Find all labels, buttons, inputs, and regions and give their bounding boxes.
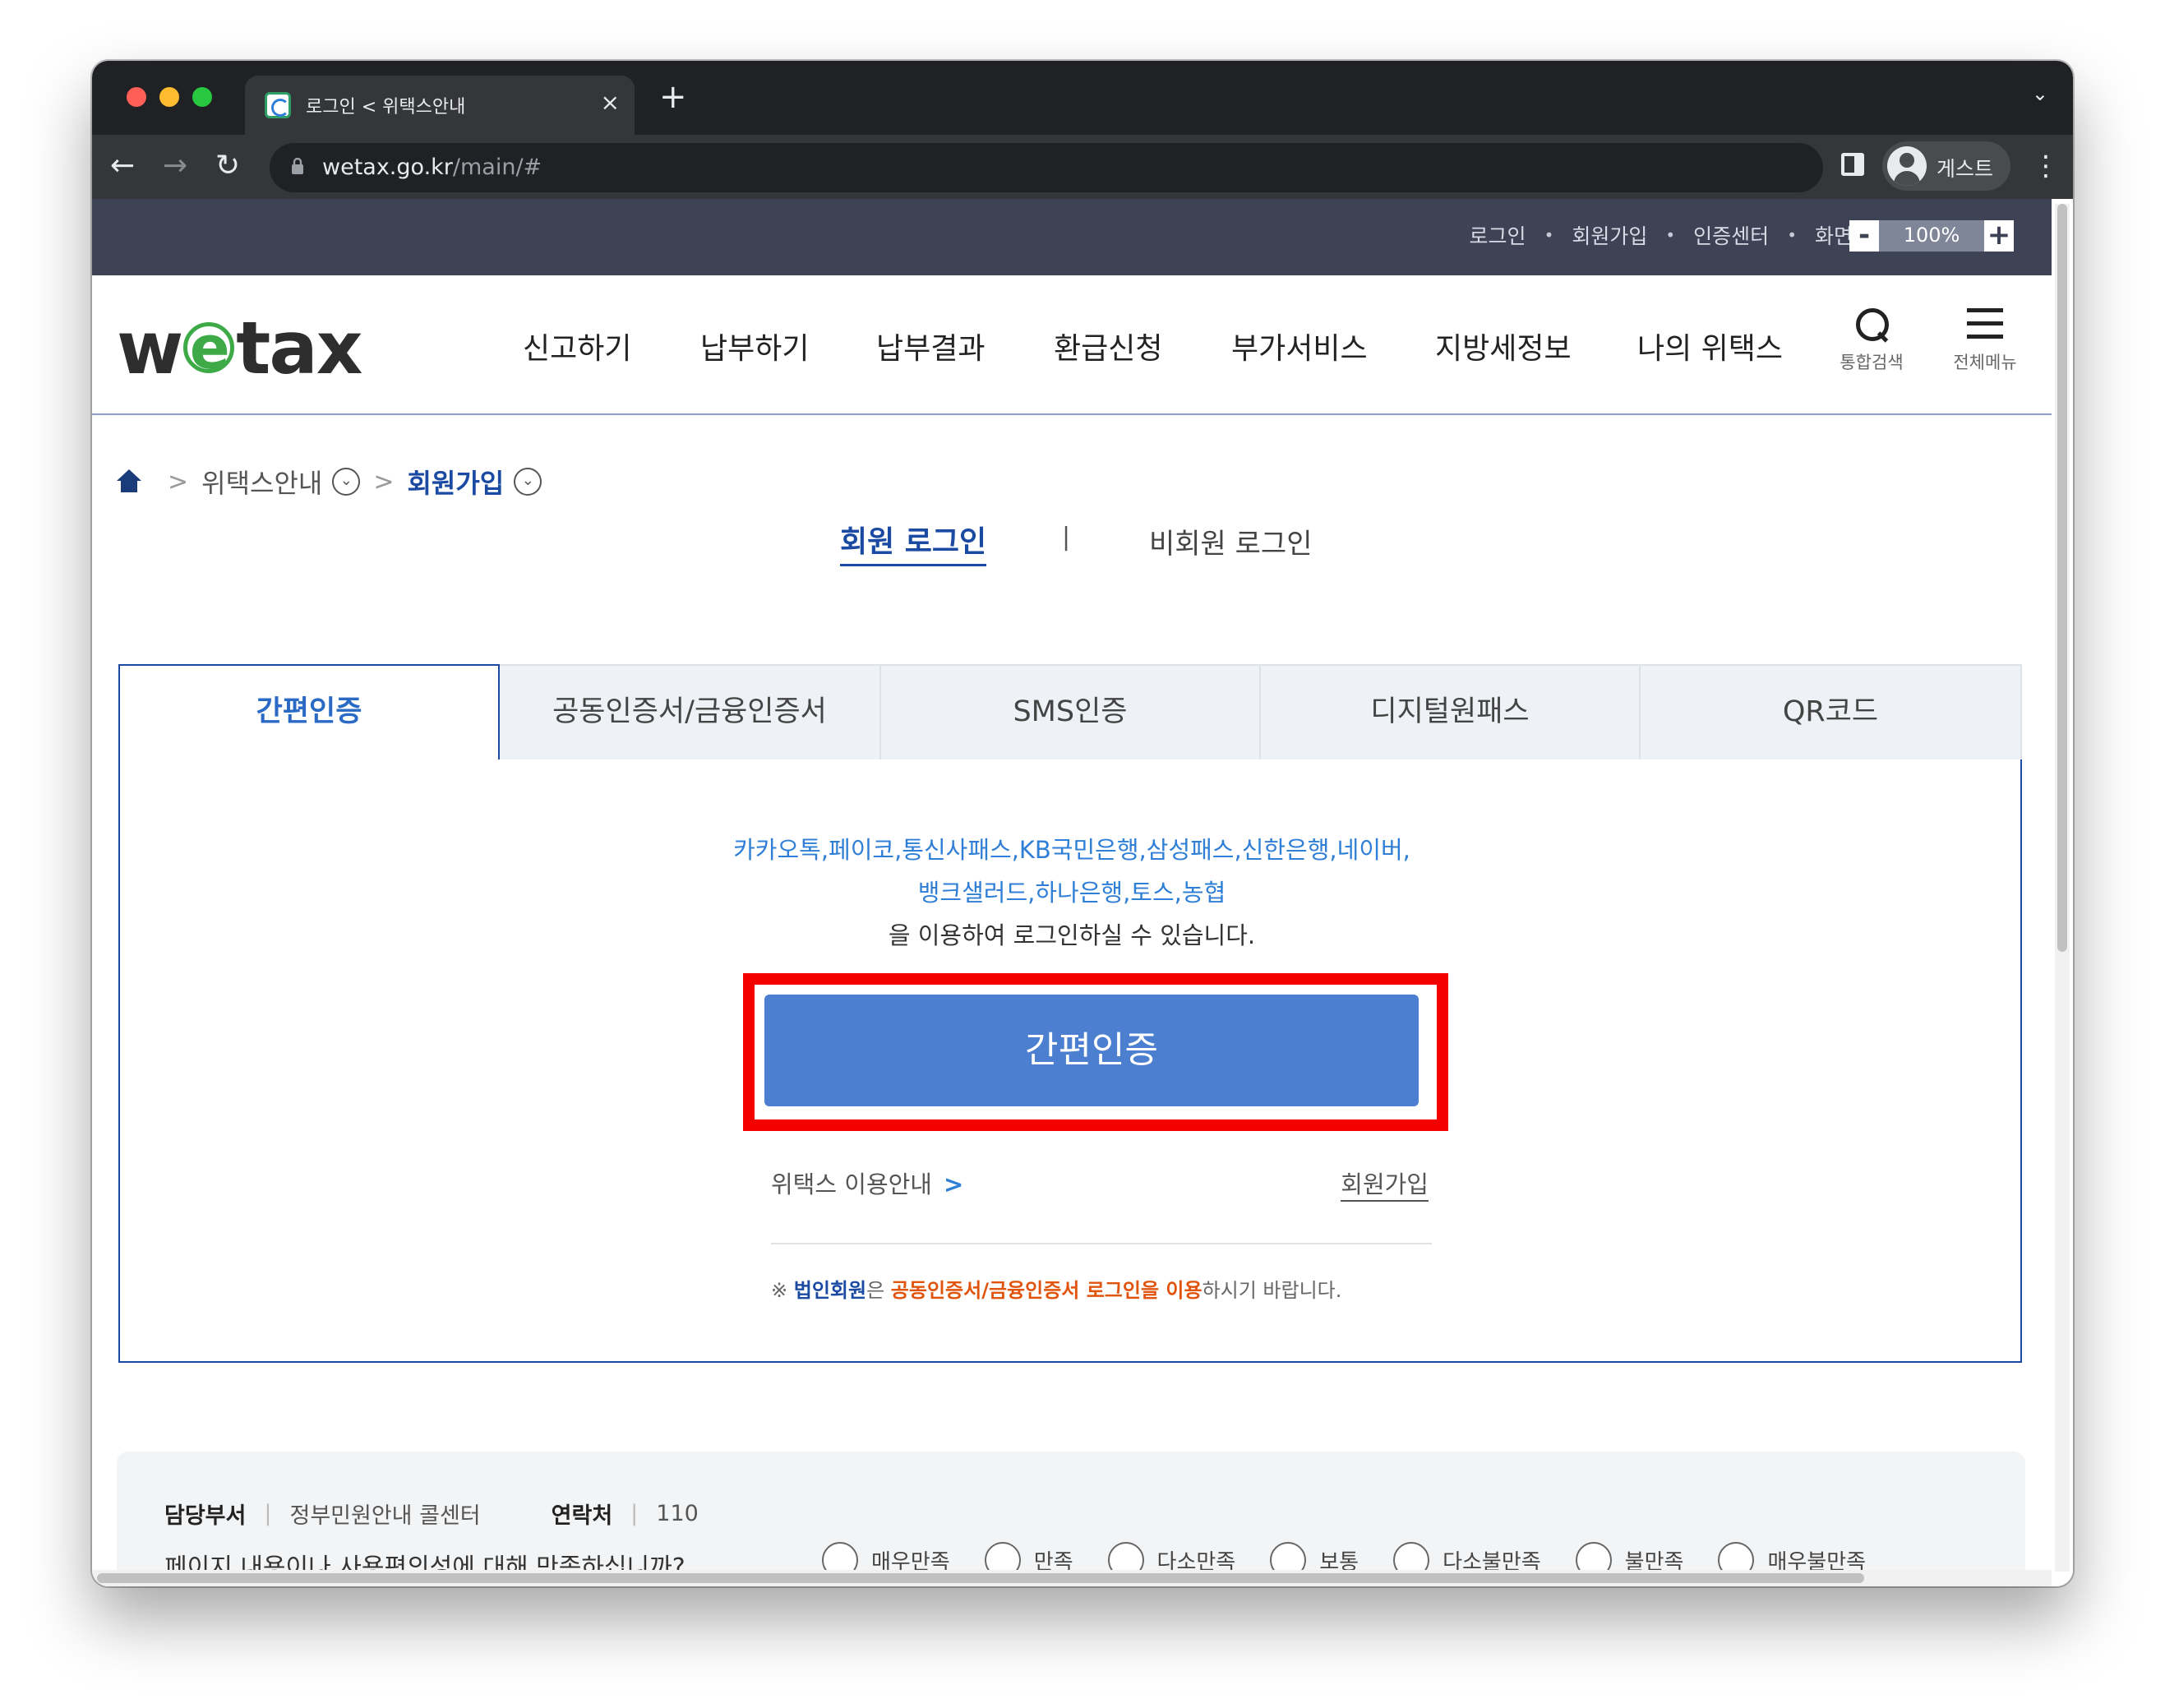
- horizontal-scroll-thumb[interactable]: [97, 1573, 1864, 1583]
- nav-item-report[interactable]: 신고하기: [523, 325, 631, 367]
- tab-sms-auth[interactable]: SMS인증: [881, 664, 1261, 761]
- providers-line-1: 카카오톡,페이코,통신사패스,KB국민은행,삼성패스,신한은행,네이버,: [733, 836, 1410, 864]
- url-text: wetax.go.kr/main/#: [322, 155, 542, 180]
- tab-title: 로그인 < 위택스안내: [306, 97, 466, 118]
- search-label: 통합검색: [1840, 353, 1904, 372]
- nav-item-local-tax-info[interactable]: 지방세정보: [1435, 325, 1572, 367]
- tab-simple-auth[interactable]: 간편인증: [118, 664, 500, 761]
- auth-description-line-3: 을 이용하여 로그인하실 수 있습니다.: [888, 921, 1256, 949]
- breadcrumb-separator: >: [168, 467, 189, 496]
- tab-bar: 로그인 < 위택스안내 × + ⌄: [92, 61, 2073, 135]
- corporate-member-notice: ※ 법인회원은 공동인증서/금융인증서 로그인을 이용하시기 바랍니다.: [771, 1279, 1342, 1302]
- nav-item-my-wetax[interactable]: 나의 위택스: [1637, 325, 1783, 367]
- tab-member-login[interactable]: 회원 로그인: [840, 518, 987, 566]
- wetax-guide-link[interactable]: 위택스 이용안내 >: [771, 1166, 963, 1200]
- breadcrumb-level1[interactable]: 위택스안내: [201, 463, 322, 501]
- login-tab-divider: |: [1062, 523, 1071, 552]
- side-panel-icon[interactable]: [1841, 153, 1864, 176]
- forward-arrow-icon[interactable]: →: [163, 146, 187, 186]
- nav-item-pay[interactable]: 납부하기: [700, 325, 809, 367]
- nav-item-refund[interactable]: 환급신청: [1054, 325, 1162, 367]
- signup-link[interactable]: 회원가입: [1341, 1166, 1429, 1202]
- tab-joint-certificate[interactable]: 공동인증서/금융인증서: [500, 664, 881, 761]
- util-cert-center-link[interactable]: 인증센터: [1693, 220, 1769, 250]
- browser-window: 로그인 < 위택스안내 × + ⌄ ← → ↻ wetax.go.kr/main…: [92, 61, 2073, 1586]
- wetax-favicon-icon: [265, 92, 291, 118]
- dept-label: 담당부서: [164, 1503, 247, 1529]
- vertical-scrollbar[interactable]: [2055, 204, 2070, 1572]
- contact-label: 연락처: [551, 1503, 613, 1529]
- horizontal-scrollbar[interactable]: [92, 1570, 2052, 1586]
- providers-line-2: 뱅크샐러드,하나은행,토스,농협: [917, 879, 1226, 907]
- chevron-down-icon[interactable]: ⌄: [514, 468, 542, 496]
- divider: [771, 1243, 1432, 1244]
- avatar-icon: [1887, 146, 1927, 186]
- dept-value: 정부민원안내 콜센터: [289, 1503, 481, 1529]
- breadcrumb-separator: >: [373, 467, 395, 496]
- lock-icon: [292, 158, 303, 174]
- utility-links: 로그인 • 회원가입 • 인증센터 • 화면크기: [1470, 220, 1890, 250]
- menu-label: 전체메뉴: [1953, 353, 2017, 372]
- home-icon[interactable]: [117, 469, 141, 494]
- minimize-window-button[interactable]: [159, 87, 179, 107]
- profile-label: 게스트: [1936, 157, 1994, 181]
- breadcrumb: > 위택스안내 ⌄ > 회원가입 ⌄: [117, 464, 542, 500]
- util-separator: •: [1544, 225, 1554, 245]
- more-menu-icon[interactable]: ⋮: [2032, 150, 2060, 182]
- nav-item-extra-services[interactable]: 부가서비스: [1231, 325, 1368, 367]
- address-bar[interactable]: wetax.go.kr/main/#: [270, 143, 1823, 192]
- auth-method-tabs: 간편인증 공동인증서/금융인증서 SMS인증 디지털원패스 QR코드: [118, 664, 2022, 761]
- util-separator: •: [1665, 225, 1676, 245]
- info-separator: |: [630, 1501, 639, 1526]
- maximize-window-button[interactable]: [192, 87, 212, 107]
- zoom-control: - 100% +: [1849, 220, 2014, 252]
- simple-auth-button[interactable]: 간편인증: [764, 995, 1419, 1106]
- close-tab-icon[interactable]: ×: [601, 89, 620, 116]
- info-separator: |: [264, 1501, 272, 1526]
- zoom-value: 100%: [1903, 224, 1960, 247]
- util-separator: •: [1787, 225, 1797, 245]
- tab-digital-onepass[interactable]: 디지털원패스: [1261, 664, 1641, 761]
- new-tab-icon[interactable]: +: [659, 79, 687, 115]
- tab-guest-login[interactable]: 비회원 로그인: [1149, 521, 1313, 561]
- zoom-in-button[interactable]: +: [1984, 220, 2014, 252]
- util-signup-link[interactable]: 회원가입: [1572, 220, 1647, 250]
- profile-button[interactable]: 게스트: [1882, 141, 2010, 191]
- hamburger-menu-icon: [1967, 307, 2003, 341]
- browser-toolbar: ← → ↻ wetax.go.kr/main/# 게스트 ⋮: [92, 135, 2073, 199]
- all-menu-button[interactable]: 전체메뉴: [1940, 307, 2030, 374]
- back-arrow-icon[interactable]: ←: [110, 146, 135, 186]
- site-header: w e tax 신고하기 납부하기 납부결과 환급신청 부가서비스 지방세정보 나의…: [92, 275, 2052, 415]
- auth-description: 카카오톡,페이코,통신사패스,KB국민은행,삼성패스,신한은행,네이버, 뱅크샐…: [120, 829, 2024, 957]
- util-login-link[interactable]: 로그인: [1470, 220, 1526, 250]
- contact-value: 110: [656, 1501, 699, 1526]
- page-viewport: 로그인 • 회원가입 • 인증센터 • 화면크기 - 100% + wetax …: [92, 199, 2073, 1586]
- chevron-right-icon: >: [943, 1170, 964, 1198]
- utility-bar: 로그인 • 회원가입 • 인증센터 • 화면크기 - 100% +: [92, 199, 2052, 275]
- auth-sub-links: 위택스 이용안내 > 회원가입: [771, 1166, 1429, 1205]
- close-window-button[interactable]: [127, 87, 146, 107]
- simple-auth-panel: 카카오톡,페이코,통신사패스,KB국민은행,삼성패스,신한은행,네이버, 뱅크샐…: [118, 759, 2022, 1363]
- integrated-search-button[interactable]: 통합검색: [1826, 307, 1917, 374]
- vertical-scroll-thumb[interactable]: [2057, 204, 2067, 952]
- search-icon: [1854, 307, 1889, 341]
- department-info: 담당부서 | 정부민원안내 콜센터 연락처 | 110: [164, 1498, 699, 1530]
- chevron-down-icon[interactable]: ⌄: [332, 468, 361, 496]
- page-feedback-panel: 담당부서 | 정부민원안내 콜센터 연락처 | 110 페이지 내용이나 사용편…: [117, 1452, 2025, 1586]
- zoom-out-button[interactable]: -: [1849, 220, 1879, 252]
- tab-qr-code[interactable]: QR코드: [1641, 664, 2022, 761]
- login-type-tabs: 회원 로그인 | 비회원 로그인: [92, 518, 2052, 575]
- nav-item-pay-result[interactable]: 납부결과: [876, 325, 985, 367]
- main-navigation: 신고하기 납부하기 납부결과 환급신청 부가서비스 지방세정보 나의 위택스: [92, 325, 2052, 374]
- browser-tab[interactable]: 로그인 < 위택스안내 ×: [245, 76, 635, 135]
- reload-icon[interactable]: ↻: [215, 146, 240, 186]
- tab-search-chevron-icon[interactable]: ⌄: [2032, 82, 2048, 105]
- breadcrumb-current[interactable]: 회원가입: [407, 463, 504, 501]
